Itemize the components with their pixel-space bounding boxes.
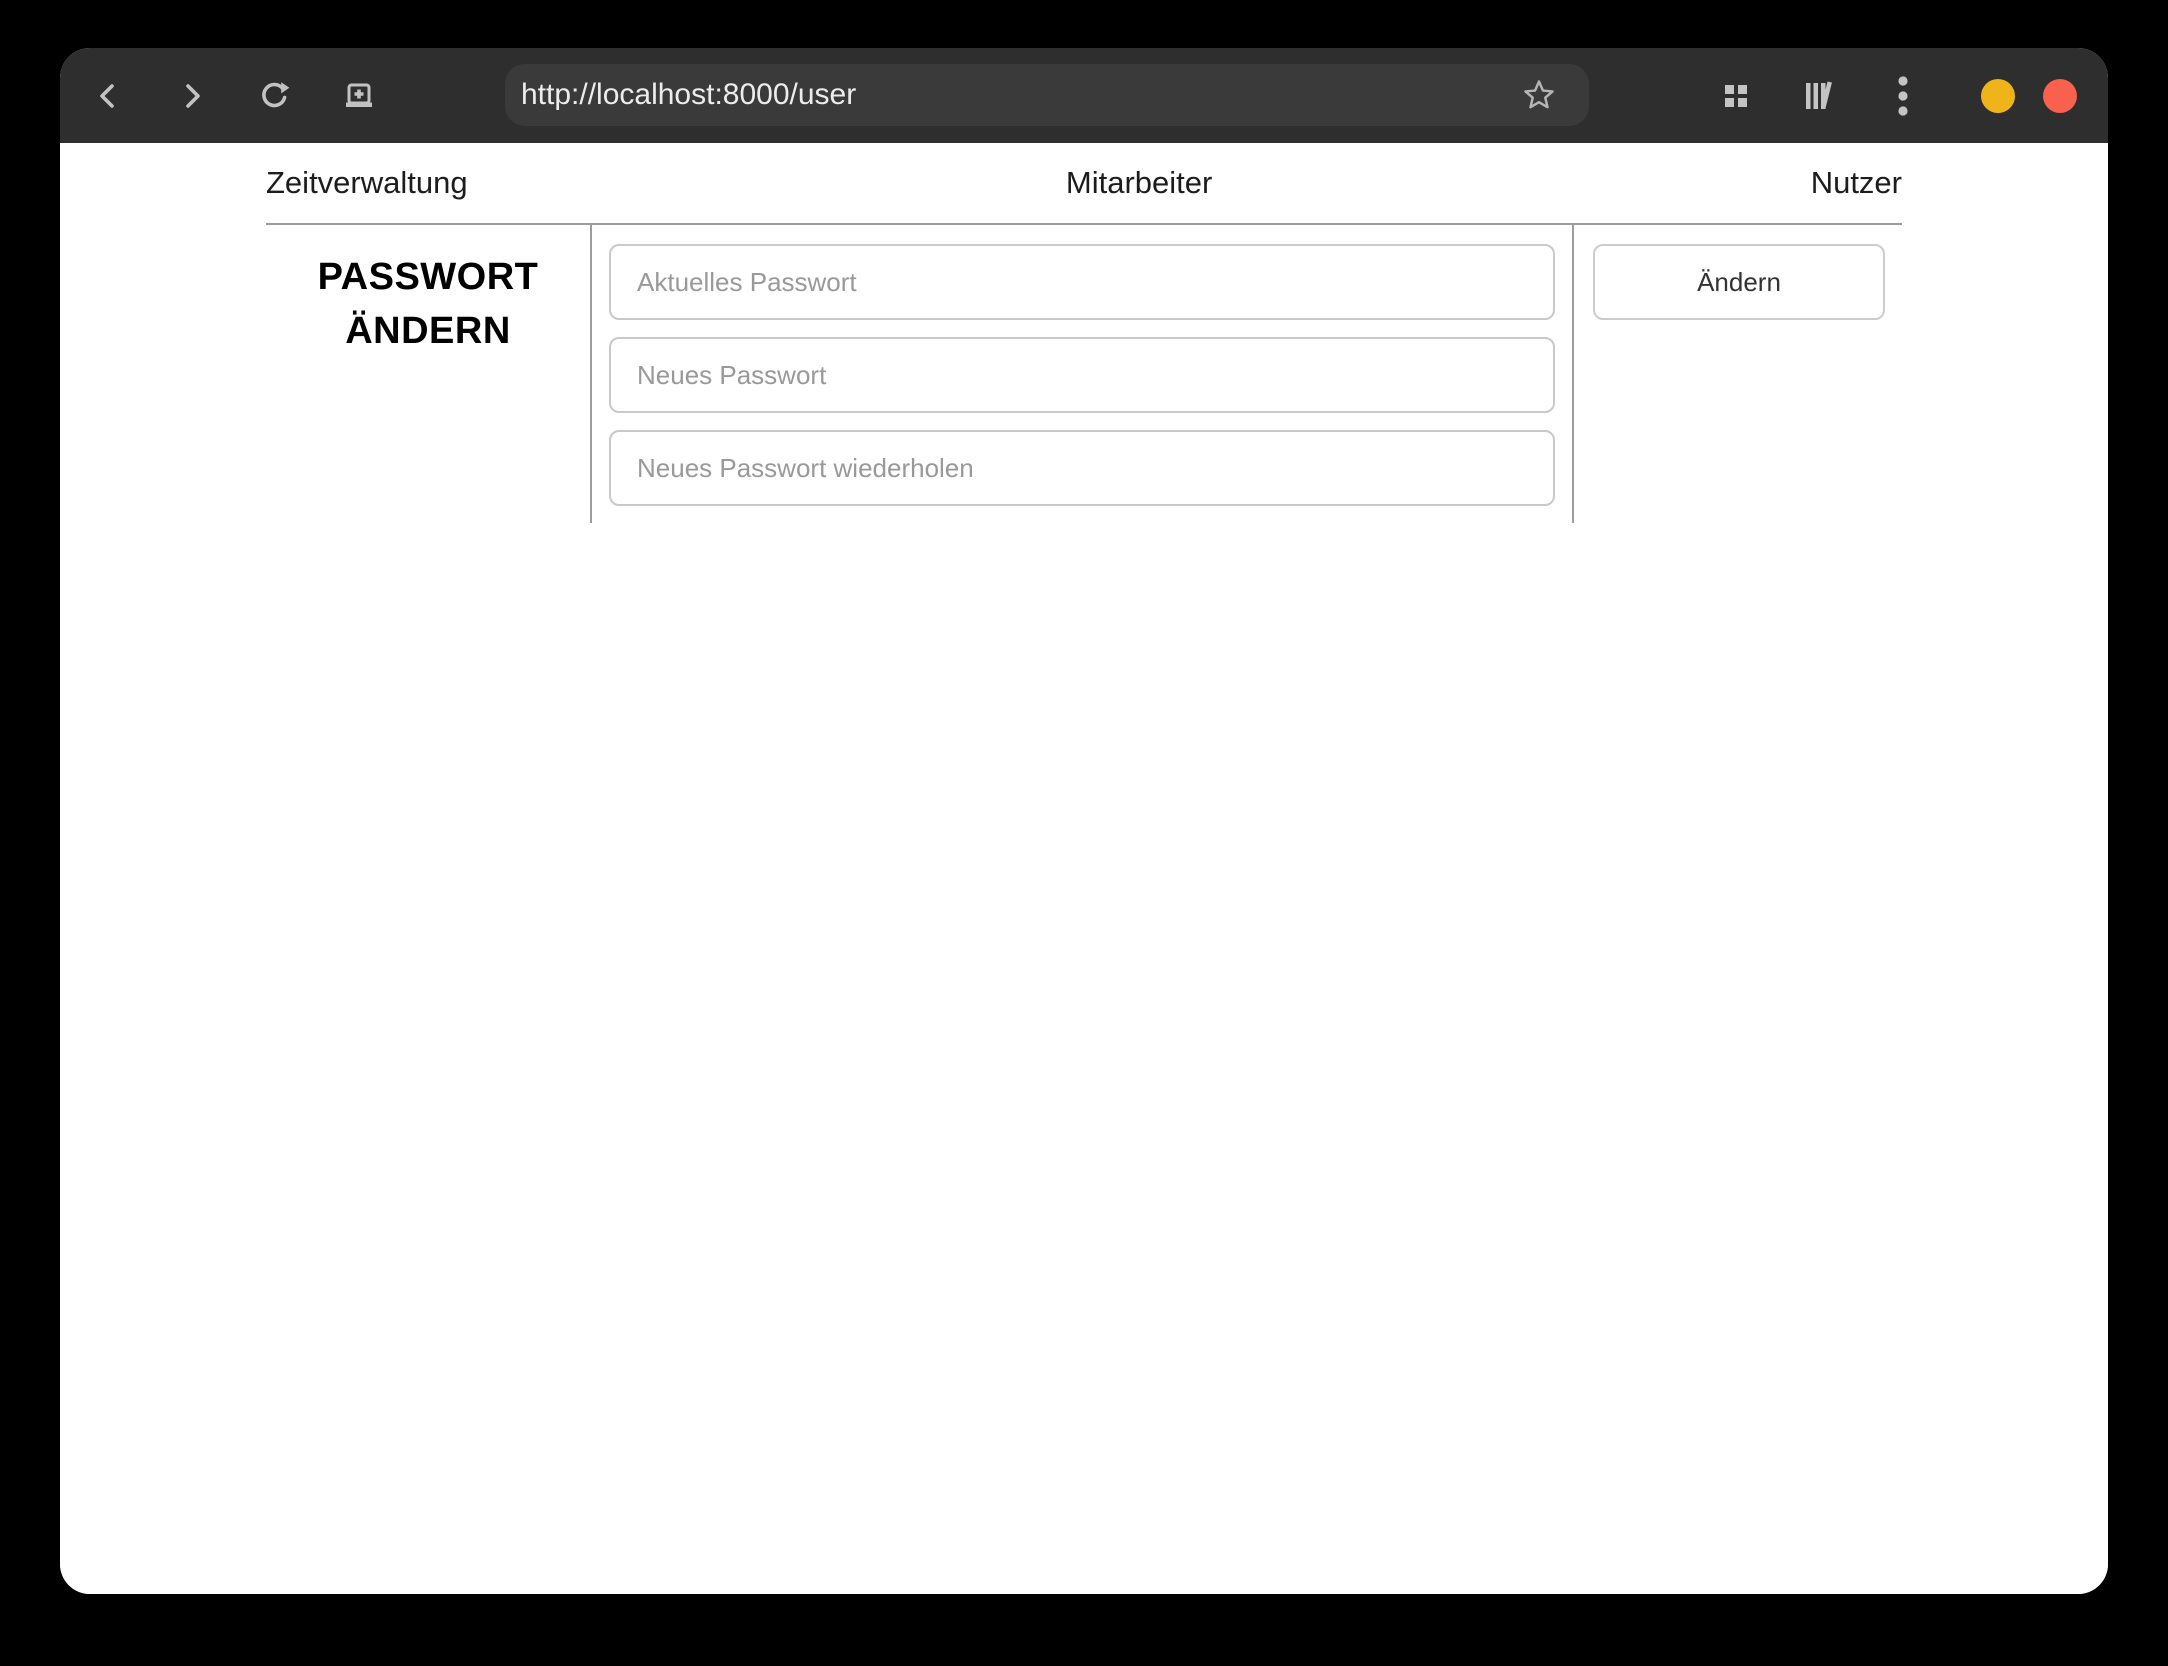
nav-item-zeitverwaltung[interactable]: Zeitverwaltung [266, 165, 468, 201]
repeat-new-password-input[interactable] [609, 430, 1555, 506]
browser-toolbar: http://localhost:8000/user [60, 48, 2108, 143]
grid-icon [1724, 84, 1748, 108]
forward-button[interactable] [166, 70, 218, 122]
forward-icon [174, 78, 210, 114]
reload-icon [256, 77, 294, 115]
action-column: Ändern [1574, 225, 1902, 523]
minimize-window-button[interactable] [1981, 79, 2015, 113]
section-heading: PASSWORT ÄNDERN [266, 251, 590, 359]
section-title-column: PASSWORT ÄNDERN [266, 225, 590, 523]
nav-item-nutzer[interactable]: Nutzer [1811, 165, 1902, 201]
new-tab-icon [340, 77, 378, 115]
new-password-input[interactable] [609, 337, 1555, 413]
reload-button[interactable] [249, 70, 301, 122]
change-password-button[interactable]: Ändern [1593, 244, 1885, 320]
url-bar[interactable]: http://localhost:8000/user [505, 64, 1589, 126]
password-change-section: PASSWORT ÄNDERN Ändern [266, 223, 1902, 523]
library-button[interactable] [1794, 70, 1846, 122]
browser-window: http://localhost:8000/user Zeitverwaltun… [60, 48, 2108, 1594]
nav-item-mitarbeiter[interactable]: Mitarbeiter [1066, 165, 1212, 201]
main-nav: Zeitverwaltung Mitarbeiter Nutzer [266, 143, 1902, 223]
library-icon [1803, 80, 1837, 112]
menu-button[interactable] [1877, 70, 1929, 122]
back-button[interactable] [82, 70, 134, 122]
password-form-column [590, 225, 1574, 523]
apps-grid-button[interactable] [1710, 70, 1762, 122]
close-window-button[interactable] [2043, 79, 2077, 113]
bookmark-button[interactable] [1519, 75, 1559, 115]
section-heading-line2: ÄNDERN [345, 309, 511, 352]
current-password-input[interactable] [609, 244, 1555, 320]
new-tab-button[interactable] [333, 70, 385, 122]
page-content: Zeitverwaltung Mitarbeiter Nutzer PASSWO… [60, 143, 2108, 1594]
star-icon [1523, 79, 1555, 111]
section-heading-line1: PASSWORT [317, 256, 539, 298]
back-icon [90, 78, 126, 114]
kebab-menu-icon [1897, 75, 1909, 117]
url-text[interactable]: http://localhost:8000/user [505, 78, 1519, 112]
